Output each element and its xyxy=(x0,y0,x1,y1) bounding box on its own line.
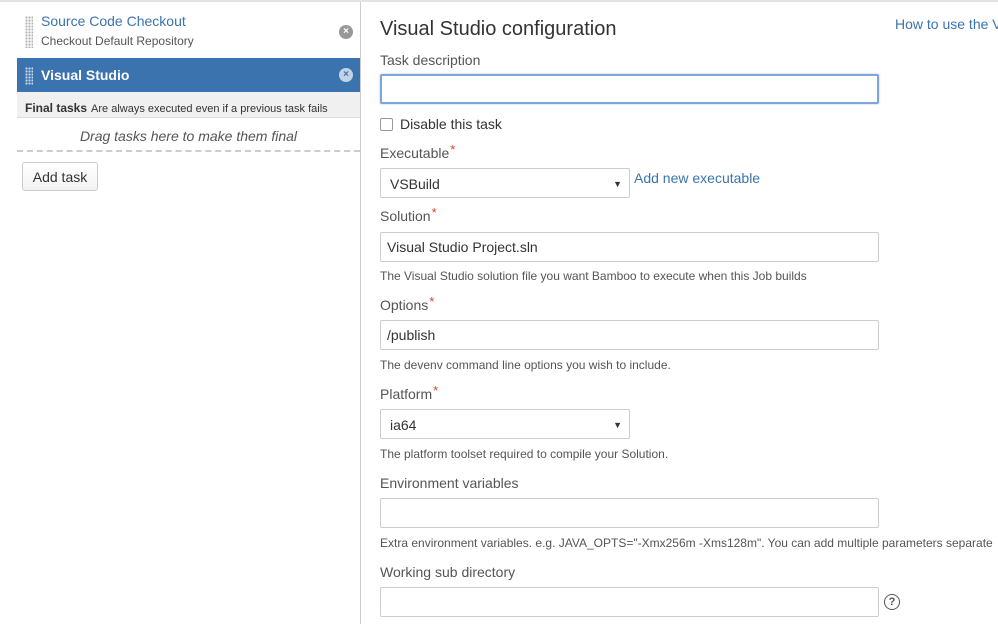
executable-label: Executable* xyxy=(380,142,456,161)
platform-label: Platform* xyxy=(380,383,439,402)
disable-task-label[interactable]: Disable this task xyxy=(400,116,502,132)
required-marker: * xyxy=(431,205,437,220)
options-description: The devenv command line options you wish… xyxy=(380,358,671,372)
executable-select[interactable]: VSBuild ▼ xyxy=(380,168,630,198)
final-tasks-note: Are always executed even if a previous t… xyxy=(91,103,328,115)
required-marker: * xyxy=(429,294,435,309)
task-name[interactable]: Visual Studio xyxy=(41,67,129,83)
solution-input[interactable] xyxy=(380,232,879,262)
task-source-code-checkout[interactable]: Source Code Checkout Checkout Default Re… xyxy=(17,8,360,58)
dropdown-caret-icon: ▼ xyxy=(613,420,622,430)
final-tasks-title: Final tasks xyxy=(25,101,88,115)
options-label: Options* xyxy=(380,294,435,313)
task-name[interactable]: Source Code Checkout xyxy=(41,13,186,29)
task-visual-studio[interactable]: Visual Studio × xyxy=(17,58,360,92)
task-description-input[interactable] xyxy=(380,74,879,104)
environment-variables-input[interactable] xyxy=(380,498,879,528)
add-new-executable-link[interactable]: Add new executable xyxy=(634,170,760,186)
platform-select[interactable]: ia64 ▼ xyxy=(380,409,630,439)
remove-task-icon[interactable]: × xyxy=(339,68,353,82)
help-link[interactable]: How to use the V xyxy=(895,16,998,32)
dropdown-caret-icon: ▼ xyxy=(613,179,622,189)
platform-description: The platform toolset required to compile… xyxy=(380,447,669,461)
remove-task-icon[interactable]: × xyxy=(339,25,353,39)
task-description-label: Task description xyxy=(380,52,481,68)
help-question-icon[interactable]: ? xyxy=(884,594,900,610)
final-tasks-drop-zone[interactable]: Drag tasks here to make them final xyxy=(17,118,360,152)
options-input[interactable] xyxy=(380,320,879,350)
add-task-button[interactable]: Add task xyxy=(22,162,98,191)
drag-handle-icon[interactable] xyxy=(25,16,33,48)
task-description: Checkout Default Repository xyxy=(41,34,194,48)
required-marker: * xyxy=(450,142,456,157)
required-marker: * xyxy=(433,383,439,398)
solution-label: Solution* xyxy=(380,205,437,224)
solution-description: The Visual Studio solution file you want… xyxy=(380,269,807,283)
working-sub-directory-label: Working sub directory xyxy=(380,564,516,580)
drag-handle-icon[interactable] xyxy=(25,67,33,85)
final-tasks-header: Final tasks Are always executed even if a… xyxy=(17,92,360,118)
platform-value: ia64 xyxy=(390,417,417,433)
executable-value: VSBuild xyxy=(390,176,440,192)
page-title: Visual Studio configuration xyxy=(380,18,617,40)
task-list-sidebar: Source Code Checkout Checkout Default Re… xyxy=(0,2,361,624)
working-sub-directory-input[interactable] xyxy=(380,587,879,617)
environment-variables-description: Extra environment variables. e.g. JAVA_O… xyxy=(380,536,993,550)
disable-task-checkbox[interactable] xyxy=(380,118,393,131)
environment-variables-label: Environment variables xyxy=(380,475,519,491)
